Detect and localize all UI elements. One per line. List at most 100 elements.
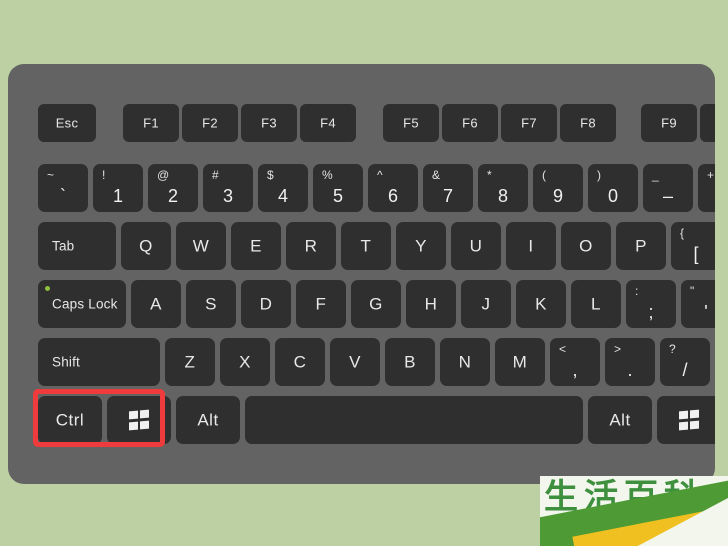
key-l[interactable]: L [571, 280, 621, 328]
caps-lock-led-icon [45, 286, 50, 291]
key-g[interactable]: G [351, 280, 401, 328]
key-j[interactable]: J [461, 280, 511, 328]
key-shifted-legend: * [487, 168, 492, 182]
key-label: O [579, 236, 593, 256]
key-label: C [293, 352, 307, 372]
key-windows[interactable] [657, 396, 715, 444]
key-s[interactable]: S [186, 280, 236, 328]
key-i[interactable]: I [506, 222, 556, 270]
key-r[interactable]: R [286, 222, 336, 270]
key-f4[interactable]: F4 [300, 104, 356, 142]
key-spacebar[interactable] [245, 396, 583, 444]
key-n[interactable]: N [440, 338, 490, 386]
key-label: F1 [143, 115, 159, 131]
key-z[interactable]: Z [165, 338, 215, 386]
key-f6[interactable]: F6 [442, 104, 498, 142]
key-label: B [404, 352, 416, 372]
key-tab[interactable]: Tab [38, 222, 116, 270]
key-0[interactable]: ) 0 [588, 164, 638, 212]
key-9[interactable]: (9 [533, 164, 583, 212]
key-alt[interactable]: Alt [588, 396, 652, 444]
key-label: Alt [197, 410, 219, 430]
key-shifted-legend: _ [652, 168, 659, 182]
key-sym[interactable]: <, [550, 338, 600, 386]
key-shifted-legend: { [680, 226, 685, 240]
keyboard-body: EscF1F2F3F4F5F6F7F8F9F10 ~`!1@2#3$4%5^6&… [8, 64, 715, 484]
key-f1[interactable]: F1 [123, 104, 179, 142]
key-c[interactable]: C [275, 338, 325, 386]
key-caps-lock[interactable]: Caps Lock [38, 280, 126, 328]
key-sym[interactable]: :; [626, 280, 676, 328]
key-primary-legend: 0 [607, 186, 618, 206]
key-shifted-legend: % [322, 168, 333, 182]
key-m[interactable]: M [495, 338, 545, 386]
watermark-character: 百 [624, 477, 659, 517]
key-label: F7 [521, 115, 537, 131]
key-t[interactable]: T [341, 222, 391, 270]
key-sym[interactable]: += [698, 164, 715, 212]
key-f9[interactable]: F9 [641, 104, 697, 142]
key-primary-legend: 3 [222, 186, 233, 206]
key-esc[interactable]: Esc [38, 104, 96, 142]
key-label: R [304, 236, 318, 256]
key-p[interactable]: P [616, 222, 666, 270]
key-3[interactable]: #3 [203, 164, 253, 212]
watermark-character: 活 [584, 477, 619, 517]
key-8[interactable]: * 8 [478, 164, 528, 212]
key-x[interactable]: X [220, 338, 270, 386]
key-6[interactable]: ^ 6 [368, 164, 418, 212]
key-y[interactable]: Y [396, 222, 446, 270]
key-label: F10 [700, 117, 715, 130]
key-2[interactable]: @2 [148, 164, 198, 212]
key-label: P [635, 236, 647, 256]
key-f8[interactable]: F8 [560, 104, 616, 142]
key-shift[interactable]: Shift [38, 338, 160, 386]
key-f10[interactable]: F10 [700, 104, 715, 142]
key-primary-legend: – [662, 186, 673, 206]
key-sym[interactable]: >. [605, 338, 655, 386]
key-q[interactable]: Q [121, 222, 171, 270]
key-alt[interactable]: Alt [176, 396, 240, 444]
key-sym[interactable]: {[ [671, 222, 715, 270]
key-label: E [250, 236, 262, 256]
key-7[interactable]: & 7 [423, 164, 473, 212]
key-label: N [458, 352, 472, 372]
key-sym[interactable]: _ – [643, 164, 693, 212]
key-h[interactable]: H [406, 280, 456, 328]
key-f[interactable]: F [296, 280, 346, 328]
keyboard-illustration: EscF1F2F3F4F5F6F7F8F9F10 ~`!1@2#3$4%5^6&… [0, 0, 728, 546]
key-sym[interactable]: ~ ` [38, 164, 88, 212]
key-u[interactable]: U [451, 222, 501, 270]
key-v[interactable]: V [330, 338, 380, 386]
key-shifted-legend: ) [597, 168, 601, 182]
key-a[interactable]: A [131, 280, 181, 328]
key-b[interactable]: B [385, 338, 435, 386]
key-label: F3 [261, 115, 277, 131]
key-label: H [424, 294, 438, 314]
key-o[interactable]: O [561, 222, 611, 270]
key-shifted-legend: " [690, 284, 695, 298]
key-w[interactable]: W [176, 222, 226, 270]
key-sym[interactable]: " ' [681, 280, 715, 328]
key-label: L [591, 294, 601, 314]
key-label: K [535, 294, 547, 314]
key-1[interactable]: ! 1 [93, 164, 143, 212]
key-k[interactable]: K [516, 280, 566, 328]
key-label: Shift [52, 354, 81, 370]
key-d[interactable]: D [241, 280, 291, 328]
key-f7[interactable]: F7 [501, 104, 557, 142]
key-primary-legend: 8 [497, 186, 508, 206]
key-shifted-legend: < [559, 342, 567, 356]
key-5[interactable]: % 5 [313, 164, 363, 212]
key-f2[interactable]: F2 [182, 104, 238, 142]
key-label: D [259, 294, 273, 314]
key-label: Tab [52, 238, 75, 254]
key-label: J [481, 294, 491, 314]
key-shifted-legend: > [614, 342, 622, 356]
key-e[interactable]: E [231, 222, 281, 270]
key-label: T [360, 236, 372, 256]
key-f3[interactable]: F3 [241, 104, 297, 142]
key-f5[interactable]: F5 [383, 104, 439, 142]
key-4[interactable]: $4 [258, 164, 308, 212]
key-sym[interactable]: ? / [660, 338, 710, 386]
